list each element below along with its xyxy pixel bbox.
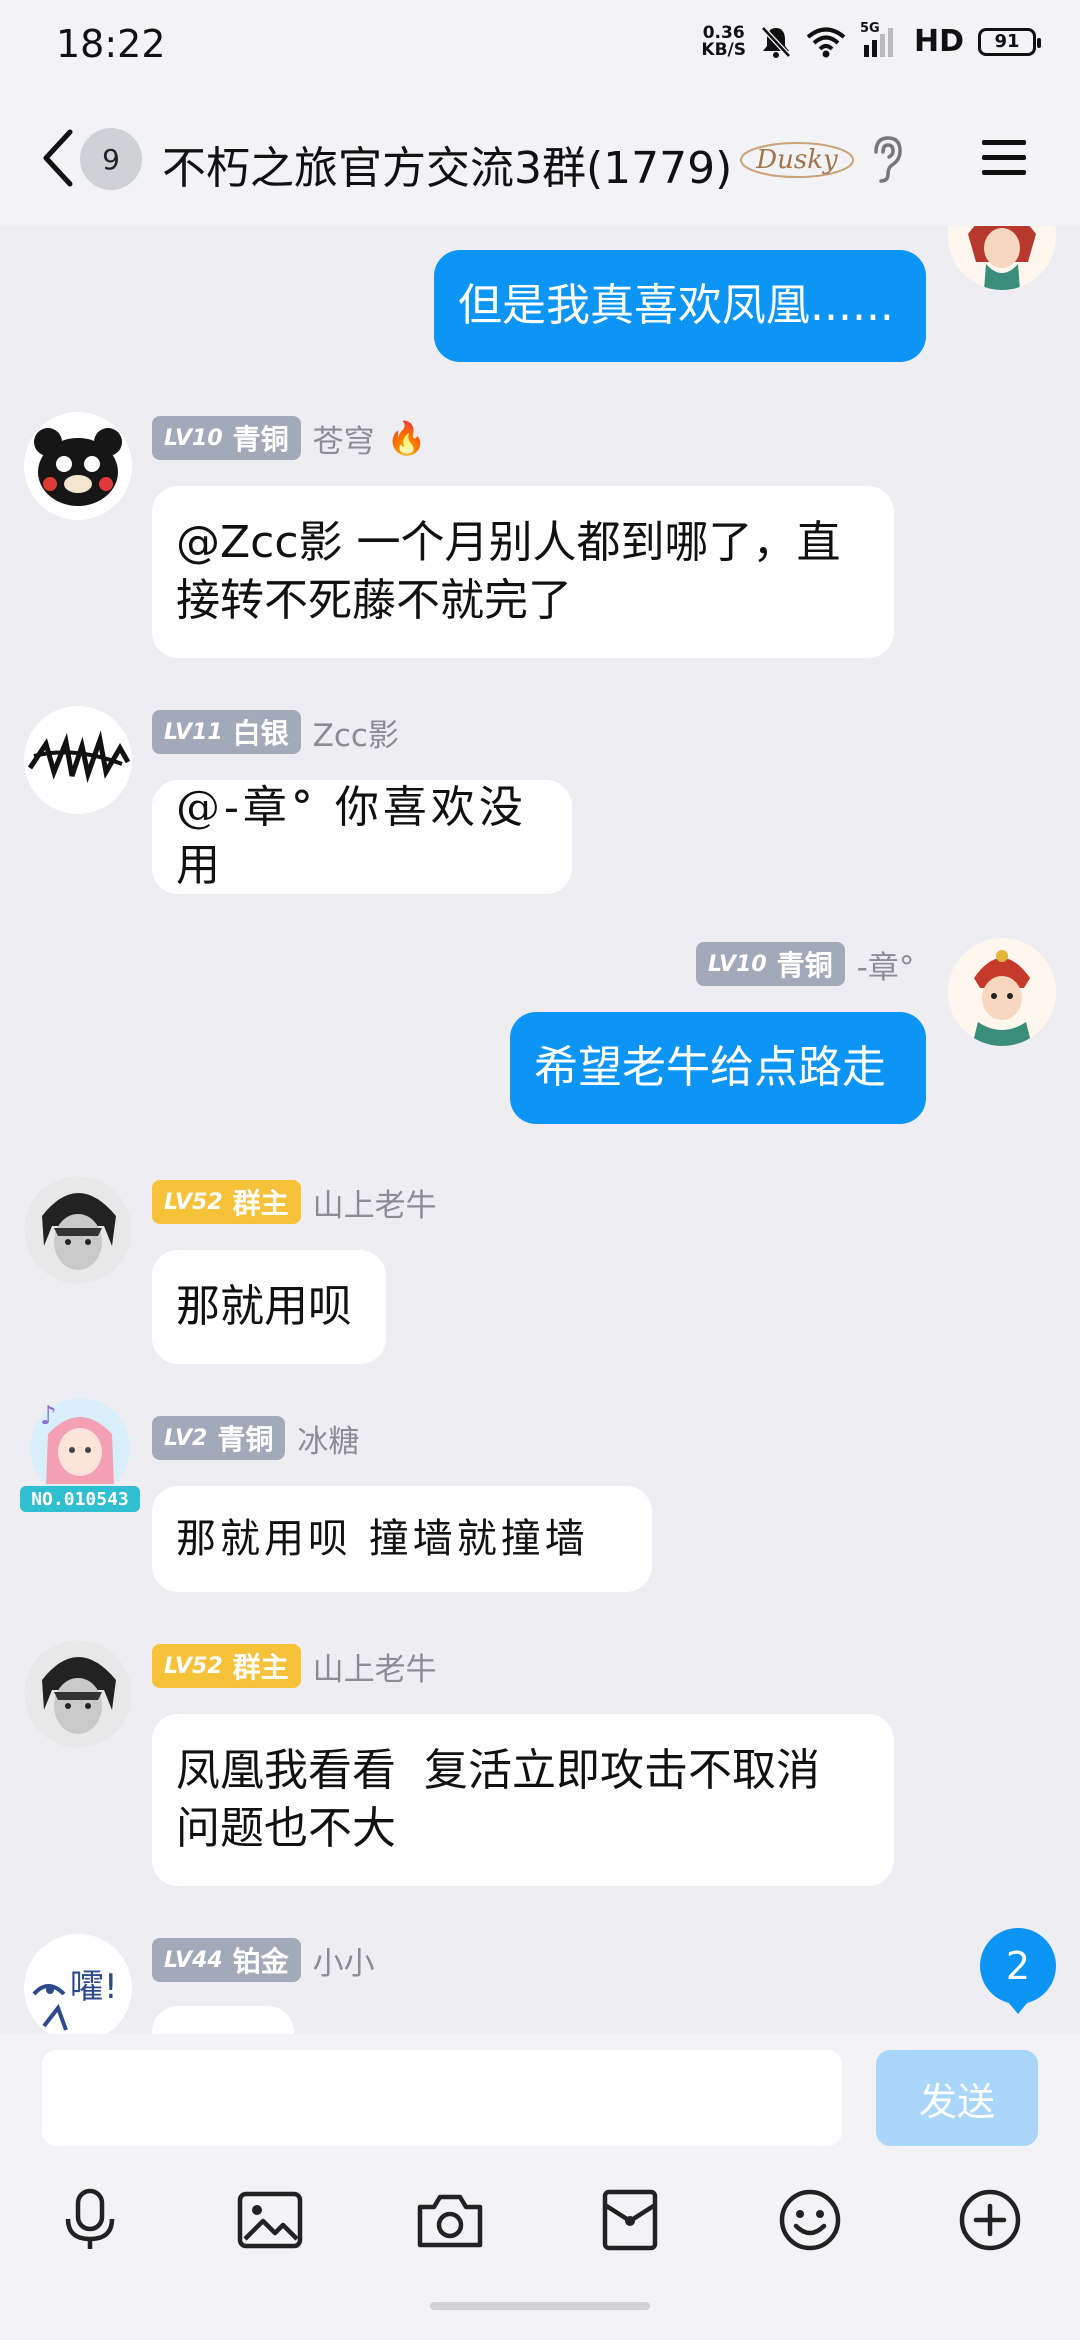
avatar[interactable]: ♪ NO.010543 bbox=[18, 1394, 142, 1518]
sender-nickname[interactable]: 冰糖 bbox=[297, 1416, 359, 1461]
level-badge: LV10 青铜 bbox=[152, 416, 301, 460]
network-speed: 0.36 KB/S bbox=[701, 22, 746, 60]
emoji-icon bbox=[779, 2189, 841, 2251]
level-badge: LV2 青铜 bbox=[152, 1416, 286, 1460]
microphone-icon bbox=[65, 2188, 115, 2249]
avatar-frame-text: NO.010543 bbox=[31, 1489, 129, 1510]
message-meta: LV2 青铜 冰糖 bbox=[152, 1416, 359, 1460]
ear-icon[interactable] bbox=[868, 134, 906, 184]
status-bar: 18:22 0.36 KB/S 5G HD 91 bbox=[0, 0, 1080, 90]
new-message-count-badge[interactable]: 2 bbox=[980, 1928, 1056, 2014]
message-list[interactable]: 但是我真喜欢凤凰...... LV10 青铜 苍穹 🔥 @Zcc影 一个月别人都到… bbox=[0, 226, 1080, 2034]
back-arrow-icon[interactable] bbox=[38, 126, 78, 190]
sender-nickname[interactable]: -章° bbox=[857, 942, 915, 987]
wifi-icon bbox=[806, 27, 846, 57]
level-badge: LV10 青铜 bbox=[696, 942, 845, 986]
message-bubble[interactable]: 那就用呗 撞墙就撞墙 bbox=[152, 1486, 652, 1592]
message-meta: LV52 群主 山上老牛 bbox=[152, 1180, 437, 1224]
avatar[interactable] bbox=[24, 1176, 132, 1284]
send-button[interactable]: 发送 bbox=[876, 2050, 1038, 2146]
hd-indicator: HD bbox=[913, 24, 964, 59]
avatar[interactable] bbox=[948, 226, 1056, 290]
status-time: 18:22 bbox=[56, 22, 166, 66]
message-bubble[interactable]: 凤凰我看看 复活立即攻击不取消 问题也不大 bbox=[152, 1714, 894, 1886]
input-toolbar bbox=[0, 2184, 1080, 2284]
camera-button[interactable] bbox=[414, 2184, 486, 2256]
status-icons: 0.36 KB/S 5G HD 91 bbox=[701, 21, 1041, 60]
group-owner-badge: LV52 群主 bbox=[152, 1180, 301, 1224]
more-button[interactable] bbox=[954, 2184, 1026, 2256]
page-title[interactable]: 不朽之旅官方交流3群(1779) bbox=[162, 132, 732, 196]
level-badge: LV44 铂金 bbox=[152, 1938, 301, 1982]
chat-header: 9 不朽之旅官方交流3群(1779) Dusky bbox=[0, 90, 1080, 226]
battery-icon: 91 bbox=[978, 27, 1041, 56]
message-meta: LV10 青铜 -章° bbox=[696, 942, 914, 986]
avatar[interactable] bbox=[24, 1640, 132, 1748]
menu-icon[interactable] bbox=[980, 138, 1028, 178]
message-meta: LV52 群主 山上老牛 bbox=[152, 1644, 437, 1688]
red-packet-icon bbox=[602, 2189, 658, 2251]
sender-nickname[interactable]: 苍穹 bbox=[313, 416, 375, 461]
sender-nickname[interactable]: 山上老牛 bbox=[313, 1644, 437, 1689]
avatar-text: 嚯! bbox=[70, 1967, 118, 2007]
message-meta: LV44 铂金 小小 bbox=[152, 1938, 375, 1982]
message-input[interactable] bbox=[42, 2050, 842, 2146]
red-packet-button[interactable] bbox=[594, 2184, 666, 2256]
avatar[interactable] bbox=[24, 706, 132, 814]
voice-button[interactable] bbox=[54, 2184, 126, 2256]
plus-icon bbox=[959, 2189, 1021, 2251]
message-bubble[interactable]: 但是我真喜欢凤凰...... bbox=[434, 250, 926, 362]
camera-icon bbox=[417, 2194, 483, 2248]
sender-nickname[interactable]: 山上老牛 bbox=[313, 1180, 437, 1225]
image-icon bbox=[237, 2191, 303, 2249]
image-button[interactable] bbox=[234, 2184, 306, 2256]
level-badge: LV11 白银 bbox=[152, 710, 301, 754]
svg-text:♪: ♪ bbox=[40, 1401, 57, 1431]
sender-nickname[interactable]: Zcc影 bbox=[313, 710, 399, 755]
avatar[interactable]: 嚯! bbox=[24, 1934, 132, 2034]
message-meta: LV11 白银 Zcc影 bbox=[152, 710, 399, 754]
message-meta: LV10 青铜 苍穹 🔥 bbox=[152, 416, 427, 460]
avatar[interactable] bbox=[948, 938, 1056, 1046]
message-bubble[interactable]: @Zcc影 一个月别人都到哪了，直 接转不死藤不就完了 bbox=[152, 486, 894, 658]
mute-bell-icon bbox=[761, 25, 791, 58]
fire-icon: 🔥 bbox=[386, 419, 427, 457]
message-bubble[interactable] bbox=[152, 2006, 294, 2034]
unread-count-badge[interactable]: 9 bbox=[80, 128, 142, 190]
input-bar: 发送 bbox=[0, 2034, 1080, 2340]
emoji-button[interactable] bbox=[774, 2184, 846, 2256]
group-logo-icon: Dusky bbox=[740, 142, 854, 178]
message-bubble[interactable]: 那就用呗 bbox=[152, 1250, 386, 1364]
group-owner-badge: LV52 群主 bbox=[152, 1644, 301, 1688]
cellular-signal-icon: 5G bbox=[860, 21, 900, 59]
message-bubble[interactable]: @-章° 你喜欢没用 bbox=[152, 780, 572, 894]
sender-nickname[interactable]: 小小 bbox=[313, 1938, 375, 1983]
logo-text: Dusky bbox=[755, 145, 838, 175]
avatar[interactable] bbox=[24, 412, 132, 520]
home-indicator[interactable] bbox=[430, 2302, 650, 2310]
message-bubble[interactable]: 希望老牛给点路走 bbox=[510, 1012, 926, 1124]
